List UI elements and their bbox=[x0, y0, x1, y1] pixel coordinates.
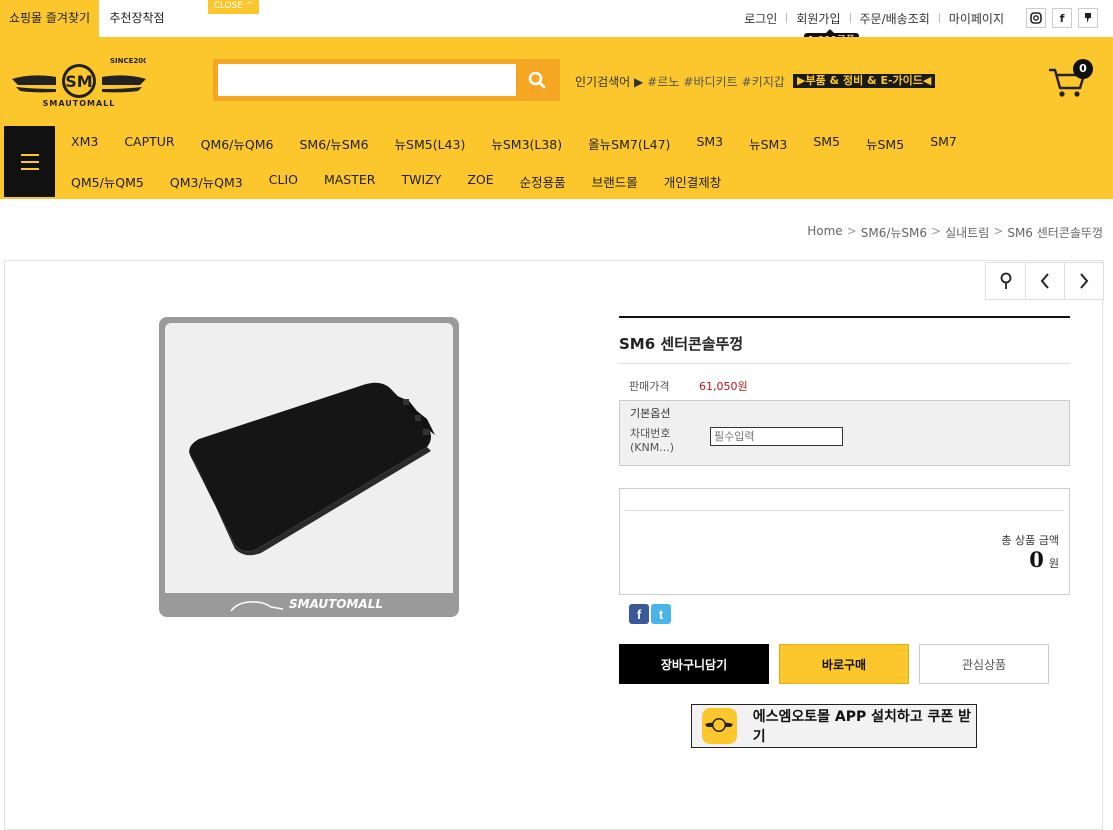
total-box: 총 상품 금액 0 원 bbox=[619, 488, 1070, 595]
category-item[interactable]: 뉴SM3 bbox=[736, 134, 800, 154]
category-item[interactable]: SM7 bbox=[917, 134, 970, 154]
search-icon bbox=[528, 71, 546, 89]
chevron-right-icon: > bbox=[931, 224, 942, 238]
popular-tag[interactable]: #르노 bbox=[647, 73, 679, 90]
category-item[interactable]: 뉴SM5(L43) bbox=[382, 134, 479, 154]
vin-input[interactable] bbox=[710, 427, 843, 446]
price-label: 판매가격 bbox=[629, 380, 670, 393]
map-pin-icon bbox=[1000, 272, 1011, 289]
chevron-right-icon: > bbox=[846, 224, 857, 238]
product-photo bbox=[165, 323, 453, 593]
category-item[interactable]: QM3/뉴QM3 bbox=[157, 172, 256, 192]
category-item[interactable]: SM3 bbox=[683, 134, 736, 154]
search-input[interactable] bbox=[218, 64, 516, 96]
category-item[interactable]: CAPTUR bbox=[111, 134, 187, 154]
breadcrumb: Home > SM6/뉴SM6 > 실내트림 > SM6 센터콘솔뚜껑 bbox=[807, 224, 1103, 241]
product-info: SM6 센터콘솔뚜껑 판매가격 61,050원 기본옵션 차대번호(KNM...… bbox=[619, 316, 1070, 466]
category-row-1: XM3 CAPTUR QM6/뉴QM6 SM6/뉴SM6 뉴SM5(L43) 뉴… bbox=[58, 134, 970, 154]
login-link[interactable]: 로그인 bbox=[735, 10, 786, 27]
search-button[interactable] bbox=[517, 62, 557, 98]
breadcrumb-home[interactable]: Home bbox=[807, 224, 842, 241]
category-item[interactable]: 뉴SM5 bbox=[853, 134, 917, 154]
previous-product-button[interactable] bbox=[1025, 263, 1064, 299]
top-utility-bar: 쇼핑몰 즐겨찾기 추천장착점 CLOSE ^ 로그인 회원가입 주문/배송조회 … bbox=[0, 0, 1113, 49]
site-header: SM SINCE2002 SMAUTOMALL 인기검색어 ▶ #르노 #바디키… bbox=[0, 37, 1113, 124]
wishlist-button[interactable]: 관심상품 bbox=[919, 644, 1049, 684]
divider bbox=[625, 510, 1064, 511]
popular-tag[interactable]: #바디키트 bbox=[683, 73, 737, 90]
option-title: 기본옵션 bbox=[630, 407, 671, 420]
bookmark-tab[interactable]: 쇼핑몰 즐겨찾기 bbox=[0, 0, 99, 37]
price-value: 61,050원 bbox=[699, 380, 748, 393]
product-name: SM6 센터콘솔뚜껑 bbox=[619, 318, 1070, 364]
category-item[interactable]: QM6/뉴QM6 bbox=[188, 134, 287, 154]
category-item[interactable]: SM5 bbox=[800, 134, 853, 154]
search-box bbox=[213, 59, 560, 101]
category-item[interactable]: SM6/뉴SM6 bbox=[286, 134, 381, 154]
site-logo[interactable]: SM SINCE2002 SMAUTOMALL bbox=[12, 55, 153, 111]
category-nav: XM3 CAPTUR QM6/뉴QM6 SM6/뉴SM6 뉴SM5(L43) 뉴… bbox=[0, 124, 1113, 199]
option-box: 기본옵션 차대번호(KNM...) bbox=[619, 400, 1070, 466]
category-item[interactable]: QM5/뉴QM5 bbox=[58, 172, 157, 192]
category-item[interactable]: CLIO bbox=[256, 172, 311, 192]
chevron-right-icon: > bbox=[993, 224, 1004, 238]
car-silhouette-icon bbox=[230, 601, 284, 612]
option-label: 차대번호(KNM...) bbox=[630, 427, 675, 454]
breadcrumb-current: SM6 센터콘솔뚜껑 bbox=[1007, 226, 1103, 240]
recommend-shop-tab[interactable]: 추천장착점 bbox=[99, 0, 175, 37]
total-number: 0 bbox=[1029, 547, 1044, 572]
logo-text: SMAUTOMALL bbox=[43, 99, 116, 108]
share-buttons: f t bbox=[629, 604, 671, 624]
total-amount: 0 원 bbox=[1029, 547, 1059, 572]
category-item[interactable]: 브랜드몰 bbox=[579, 172, 651, 192]
category-row-2: QM5/뉴QM5 QM3/뉴QM3 CLIO MASTER TWIZY ZOE … bbox=[58, 172, 734, 192]
guide-banner[interactable]: ▶부품 & 정비 & E-가이드◀ bbox=[793, 74, 936, 88]
logo-since: SINCE2002 bbox=[110, 57, 146, 65]
add-to-cart-button[interactable]: 장바구니담기 bbox=[619, 644, 769, 684]
category-item[interactable]: ZOE bbox=[454, 172, 506, 192]
product-image[interactable]: SMAUTOMALL bbox=[159, 317, 459, 617]
app-install-banner[interactable]: 에스엠오토몰 APP 설치하고 쿠폰 받기 bbox=[691, 704, 977, 748]
product-nav-buttons bbox=[985, 262, 1104, 300]
instagram-icon[interactable] bbox=[1026, 8, 1046, 28]
svg-text:SM: SM bbox=[65, 72, 92, 91]
category-item[interactable]: 순정용품 bbox=[507, 172, 579, 192]
popular-label: 인기검색어 ▶ bbox=[575, 75, 644, 89]
total-label: 총 상품 금액 bbox=[1001, 534, 1059, 547]
popular-tag[interactable]: #키지갑 bbox=[742, 73, 785, 90]
facebook-icon[interactable]: f bbox=[1052, 8, 1072, 28]
chevron-right-icon bbox=[1080, 273, 1089, 289]
app-banner-text: 에스엠오토몰 APP 설치하고 쿠폰 받기 bbox=[752, 709, 972, 745]
order-tracking-link[interactable]: 주문/배송조회 bbox=[851, 10, 939, 27]
category-item[interactable]: TWIZY bbox=[388, 172, 454, 192]
chevron-left-icon bbox=[1040, 273, 1049, 289]
close-topbar-button[interactable]: CLOSE ^ bbox=[208, 0, 259, 14]
price-row: 판매가격 61,050원 bbox=[619, 364, 1070, 400]
category-item[interactable]: 뉴SM3(L38) bbox=[478, 134, 575, 154]
category-item[interactable]: 개인결제창 bbox=[651, 172, 735, 192]
cart-count-badge: 0 bbox=[1073, 59, 1093, 79]
popular-keywords: 인기검색어 ▶ #르노 #바디키트 #키지갑 bbox=[575, 73, 785, 90]
app-logo-icon bbox=[702, 708, 737, 744]
map-pin-button[interactable] bbox=[986, 263, 1025, 299]
twitter-share-icon[interactable]: t bbox=[651, 604, 671, 624]
category-item[interactable]: 올뉴SM7(L47) bbox=[575, 134, 683, 154]
facebook-share-icon[interactable]: f bbox=[629, 604, 649, 624]
kakaostory-icon[interactable] bbox=[1078, 8, 1098, 28]
menu-icon[interactable] bbox=[4, 126, 55, 197]
category-item[interactable]: XM3 bbox=[58, 134, 111, 154]
mypage-link[interactable]: 마이페이지 bbox=[940, 10, 1013, 27]
signup-link[interactable]: 회원가입 bbox=[787, 10, 849, 27]
image-brand-label: SMAUTOMALL bbox=[289, 597, 383, 611]
breadcrumb-item[interactable]: SM6/뉴SM6 bbox=[861, 224, 927, 241]
breadcrumb-item[interactable]: 실내트림 bbox=[945, 224, 989, 241]
next-product-button[interactable] bbox=[1064, 263, 1103, 299]
category-item[interactable]: MASTER bbox=[311, 172, 389, 192]
buy-now-button[interactable]: 바로구매 bbox=[779, 644, 909, 684]
account-links: 로그인 회원가입 주문/배송조회 마이페이지 bbox=[735, 10, 1013, 26]
total-unit: 원 bbox=[1048, 557, 1059, 570]
option-row: 차대번호(KNM...) bbox=[630, 427, 1059, 455]
